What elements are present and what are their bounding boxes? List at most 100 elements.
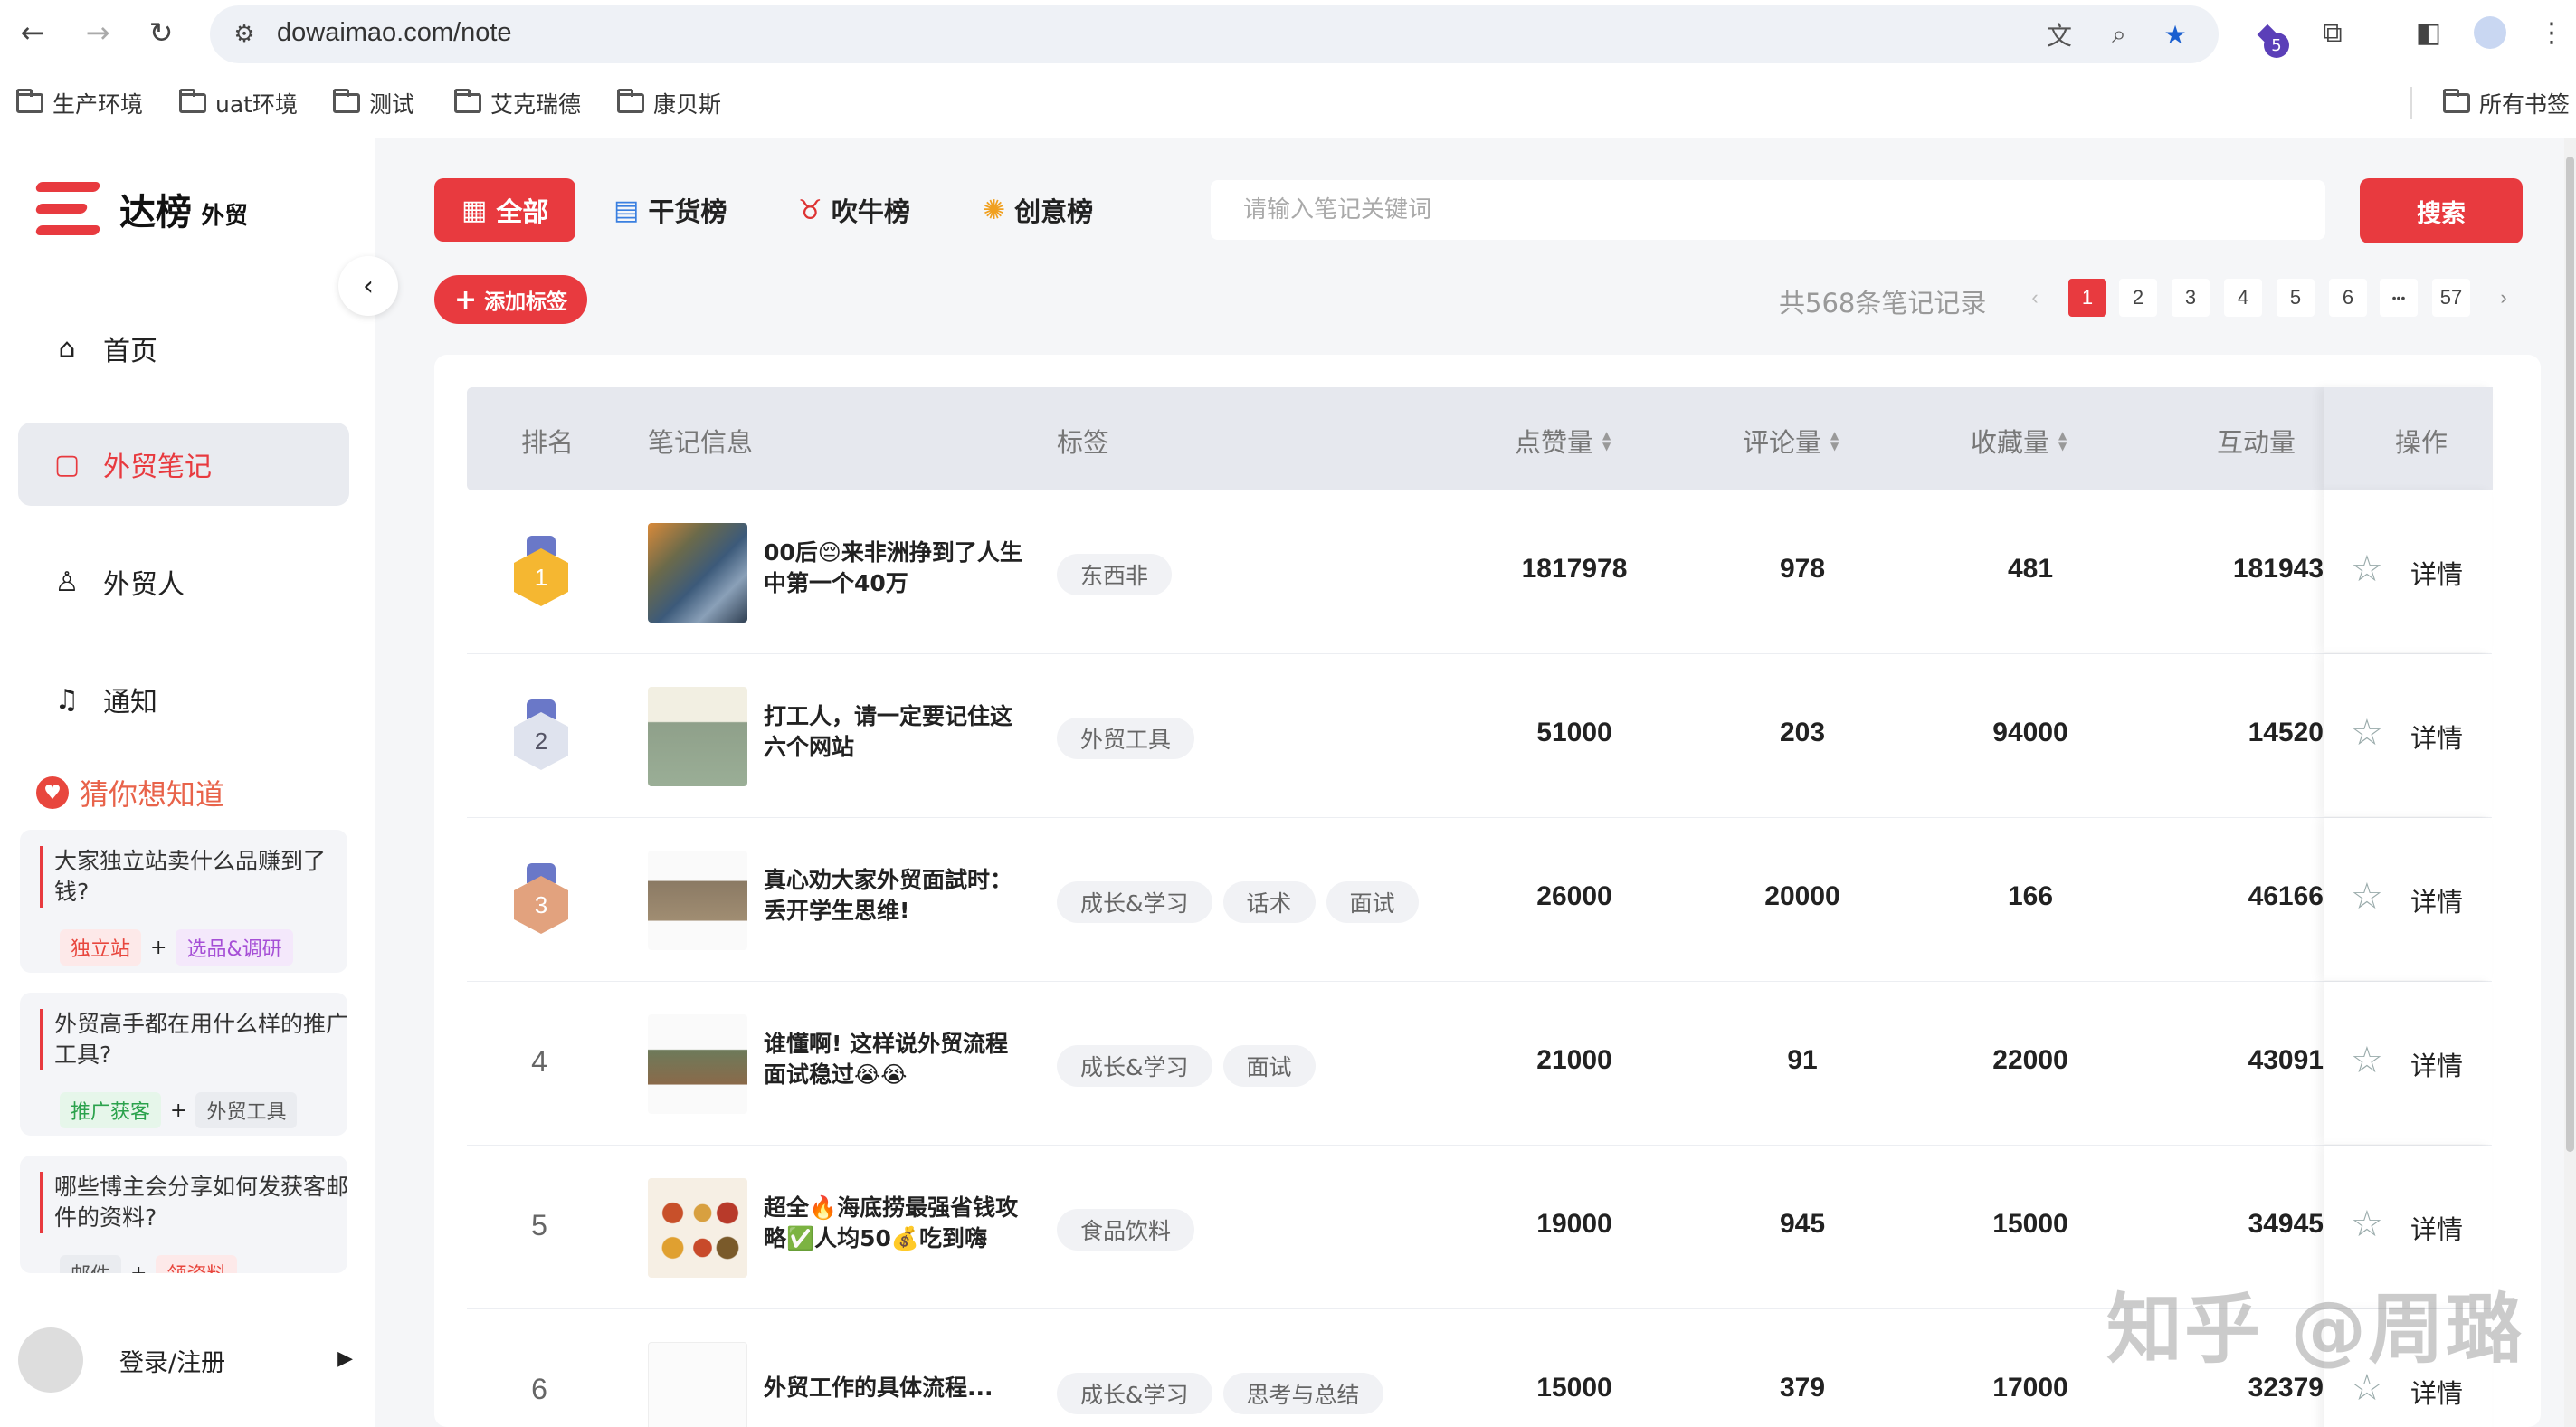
note-thumbnail[interactable]	[648, 687, 747, 786]
search-button[interactable]: 搜索	[2360, 178, 2523, 243]
question-tag[interactable]: 选品&调研	[176, 929, 293, 966]
url-text[interactable]: dowaimao.com/note	[277, 18, 512, 48]
translate-icon[interactable]: 文	[2041, 18, 2077, 51]
tab-all[interactable]: ▦ 全部	[434, 178, 576, 242]
question-tag[interactable]: 独立站	[60, 929, 142, 966]
bookmark-item[interactable]: 测试	[333, 87, 414, 119]
page-ellipsis[interactable]: •••	[2380, 279, 2418, 317]
bookmark-item[interactable]: uat环境	[179, 87, 298, 119]
bookmark-star-icon[interactable]: ★	[2157, 18, 2193, 51]
page-button[interactable]: 2	[2119, 279, 2157, 317]
zoom-icon[interactable]: ⌕	[2101, 18, 2137, 51]
question-card[interactable]: 哪些博主会分享如何发获客邮件的资料? 邮件 + 领资料	[20, 1156, 347, 1273]
note-title[interactable]: 外贸工作的具体流程...	[764, 1373, 1026, 1403]
logo[interactable]: 达榜 外贸	[34, 182, 248, 236]
star-icon[interactable]: ☆	[2351, 1203, 2383, 1245]
question-tag[interactable]: 领资料	[156, 1255, 238, 1273]
page-button[interactable]: 5	[2277, 279, 2315, 317]
page-button[interactable]: 4	[2224, 279, 2262, 317]
header-actions-col: 操作	[2324, 387, 2493, 490]
collapse-sidebar-button[interactable]: ‹	[338, 256, 398, 316]
header-comments[interactable]: 评论量 ▲ ▼	[1743, 422, 1839, 460]
tab-dry-goods[interactable]: ▤ 干货榜	[613, 178, 727, 242]
next-page-button[interactable]: ›	[2485, 279, 2523, 317]
question-tag[interactable]: 外贸工具	[195, 1092, 298, 1128]
address-bar[interactable]: ⚙ dowaimao.com/note 文 ⌕ ★	[210, 5, 2219, 63]
note-tag[interactable]: 食品饮料	[1057, 1209, 1195, 1251]
question-card[interactable]: 外贸高手都在用什么样的推广工具? 推广获客 + 外贸工具	[20, 993, 347, 1136]
scrollbar-thumb[interactable]	[2566, 157, 2574, 1152]
note-title[interactable]: 00后😔来非洲挣到了人生中第一个40万	[764, 538, 1026, 599]
detail-link[interactable]: 详情	[2410, 554, 2463, 592]
table-row[interactable]: 2 打工人，请一定要记住这六个网站 外贸工具 51000 203 94000 1…	[467, 654, 2492, 818]
page-button[interactable]: 3	[2172, 279, 2210, 317]
back-arrow-icon[interactable]: ←	[13, 13, 52, 52]
note-tag[interactable]: 面试	[1326, 881, 1419, 923]
note-tag[interactable]: 成长&学习	[1057, 881, 1212, 923]
note-title[interactable]: 真心劝大家外贸面試时：丢开学生思维!	[764, 865, 1026, 927]
note-thumbnail[interactable]	[648, 1342, 747, 1427]
note-tag[interactable]: 成长&学习	[1057, 1373, 1212, 1414]
bookmark-item[interactable]: 生产环境	[16, 87, 143, 119]
star-icon[interactable]: ☆	[2351, 1040, 2383, 1081]
star-icon[interactable]: ☆	[2351, 548, 2383, 590]
header-info: 笔记信息	[648, 427, 754, 458]
tab-boast[interactable]: ♉ 吹牛榜	[798, 178, 910, 242]
sidepanel-icon[interactable]: ◧	[2409, 13, 2448, 52]
note-tag[interactable]: 成长&学习	[1057, 1045, 1212, 1087]
header-saves[interactable]: 收藏量 ▲ ▼	[1971, 422, 2067, 460]
site-settings-icon[interactable]: ⚙	[228, 18, 261, 51]
tab-creative[interactable]: ✺ 创意榜	[983, 178, 1093, 242]
prev-page-button[interactable]: ‹	[2016, 279, 2054, 317]
sidebar-item-notify[interactable]: ♫ 通知	[18, 658, 349, 741]
add-tag-button[interactable]: + 添加标签	[434, 275, 588, 324]
bookmark-item[interactable]: 艾克瑞德	[454, 87, 581, 119]
header-likes[interactable]: 点赞量 ▲ ▼	[1515, 422, 1611, 460]
book-icon: ▤	[613, 194, 640, 226]
puzzle-icon[interactable]: ⧉	[2313, 13, 2353, 52]
detail-link[interactable]: 详情	[2410, 881, 2463, 919]
interactions-count: 34945	[2248, 1209, 2324, 1239]
bell-icon: ♫	[54, 683, 80, 716]
page-scrollbar[interactable]	[2564, 138, 2576, 1427]
page-button[interactable]: 6	[2329, 279, 2367, 317]
star-icon[interactable]: ☆	[2351, 712, 2383, 754]
reload-icon[interactable]: ↻	[141, 13, 181, 52]
all-bookmarks[interactable]: 所有书签	[2443, 87, 2570, 119]
profile-icon[interactable]	[2470, 13, 2510, 52]
note-tag[interactable]: 思考与总结	[1222, 1373, 1383, 1414]
detail-link[interactable]: 详情	[2410, 1209, 2463, 1247]
note-tag[interactable]: 面试	[1222, 1045, 1316, 1087]
note-title[interactable]: 谁懂啊! 这样说外贸流程面试稳过😭😭	[764, 1029, 1026, 1090]
note-tag[interactable]: 东西非	[1057, 554, 1173, 595]
search-input[interactable]	[1211, 180, 2325, 240]
login-button[interactable]: 登录/注册 ▶	[18, 1326, 362, 1394]
table-row[interactable]: 4 谁懂啊! 这样说外贸流程面试稳过😭😭 成长&学习 面试 21000 91 2…	[467, 982, 2492, 1146]
note-title[interactable]: 打工人，请一定要记住这六个网站	[764, 701, 1026, 763]
page-button[interactable]: 1	[2068, 279, 2106, 317]
sidebar-item-people[interactable]: ♙ 外贸人	[18, 540, 349, 623]
question-tag[interactable]: 邮件	[60, 1255, 122, 1273]
forward-arrow-icon[interactable]: →	[78, 13, 118, 52]
menu-dots-icon[interactable]: ⋮	[2532, 13, 2571, 52]
sidebar-item-home[interactable]: ⌂ 首页	[18, 307, 349, 390]
note-thumbnail[interactable]	[648, 1014, 747, 1114]
question-card[interactable]: 大家独立站卖什么品赚到了钱? 独立站 + 选品&调研	[20, 830, 347, 973]
note-thumbnail[interactable]	[648, 1178, 747, 1278]
star-icon[interactable]: ☆	[2351, 876, 2383, 918]
detail-link[interactable]: 详情	[2410, 1045, 2463, 1083]
note-title[interactable]: 超全🔥海底捞最强省钱攻略✅人均50💰吃到嗨	[764, 1193, 1026, 1254]
sidebar-item-notes[interactable]: ▢ 外贸笔记	[18, 423, 349, 506]
note-tag[interactable]: 话术	[1222, 881, 1316, 923]
page-button[interactable]: 57	[2432, 279, 2470, 317]
detail-link[interactable]: 详情	[2410, 718, 2463, 756]
detail-link[interactable]: 详情	[2410, 1373, 2463, 1411]
question-tag[interactable]: 推广获客	[60, 1092, 162, 1128]
note-thumbnail[interactable]	[648, 523, 747, 623]
actions-cell: ☆ 详情	[2324, 818, 2492, 980]
note-tag[interactable]: 外贸工具	[1057, 718, 1195, 759]
bookmark-item[interactable]: 康贝斯	[617, 87, 721, 119]
table-row[interactable]: 3 真心劝大家外贸面試时：丢开学生思维! 成长&学习 话术 面试 26000 2…	[467, 818, 2492, 982]
table-row[interactable]: 1 00后😔来非洲挣到了人生中第一个40万 东西非 1817978 978 48…	[467, 490, 2492, 654]
note-thumbnail[interactable]	[648, 851, 747, 950]
